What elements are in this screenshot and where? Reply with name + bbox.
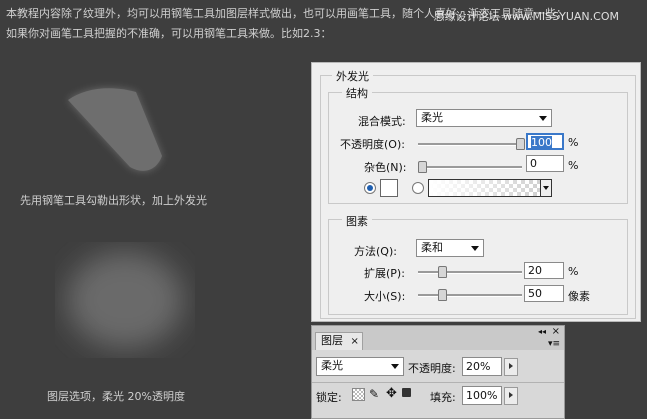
- layer-opacity-value: 20%: [466, 360, 491, 373]
- layer-blend-mode-select[interactable]: 柔光: [316, 357, 404, 376]
- chevron-right-icon: [509, 363, 513, 369]
- technique-label: 方法(Q):: [354, 245, 397, 258]
- lock-row-divider: [312, 382, 564, 383]
- lock-all-icon[interactable]: [402, 388, 411, 397]
- close-panel-icon[interactable]: ×: [552, 326, 560, 337]
- shape-caption: 先用钢笔工具勾勒出形状，加上外发光: [20, 194, 207, 207]
- tab-layers-label: 图层: [321, 334, 343, 347]
- layer-opacity-input[interactable]: 20%: [462, 357, 502, 376]
- spread-slider[interactable]: [418, 266, 522, 278]
- radio-dot-icon: [367, 185, 373, 191]
- layer-caption: 图层选项，柔光 20%透明度: [47, 390, 185, 403]
- opacity-value: 100: [531, 136, 552, 149]
- noise-slider[interactable]: [418, 161, 522, 173]
- size-slider[interactable]: [418, 289, 522, 301]
- layer-opacity-label: 不透明度:: [408, 362, 456, 375]
- color-swatch[interactable]: [380, 179, 398, 197]
- outer-glow-dialog: 外发光 结构 混合模式: 柔光 不透明度(O): 100 % 杂色(N): 0 …: [311, 62, 641, 322]
- watermark: 思缘设计论坛 www.MISSYUAN.COM: [433, 10, 619, 23]
- tab-layers[interactable]: 图层 ×: [315, 332, 363, 350]
- color-radio[interactable]: [364, 182, 376, 194]
- spread-label: 扩展(P):: [364, 267, 405, 280]
- noise-value: 0: [530, 157, 537, 170]
- opacity-label: 不透明度(O):: [340, 138, 405, 151]
- spread-slider-thumb[interactable]: [438, 266, 447, 278]
- lock-label: 锁定:: [316, 391, 342, 404]
- panel-menu-icon[interactable]: ▾≡: [548, 339, 560, 349]
- technique-select[interactable]: 柔和: [416, 239, 484, 257]
- opacity-unit: %: [568, 136, 579, 149]
- spread-unit: %: [568, 265, 579, 278]
- chevron-down-icon: [539, 116, 547, 121]
- layer-opacity-arrow-button[interactable]: [504, 358, 518, 376]
- elements-title: 图素: [342, 213, 372, 229]
- gradient-radio[interactable]: [412, 182, 424, 194]
- noise-input[interactable]: 0: [526, 155, 564, 172]
- collapse-icon[interactable]: ◂◂: [538, 327, 546, 336]
- chevron-down-icon: [391, 364, 399, 369]
- lock-position-icon[interactable]: ✥: [386, 386, 397, 401]
- opacity-slider-thumb[interactable]: [516, 138, 525, 150]
- technique-value: 柔和: [421, 241, 443, 254]
- opacity-input[interactable]: 100: [526, 133, 564, 150]
- outer-glow-title: 外发光: [332, 68, 373, 84]
- size-unit: 像素: [568, 290, 590, 303]
- noise-unit: %: [568, 159, 579, 172]
- noise-label: 杂色(N):: [364, 161, 407, 174]
- fill-label: 填充:: [430, 391, 456, 404]
- structure-title: 结构: [342, 85, 372, 101]
- fill-input[interactable]: 100%: [462, 386, 502, 405]
- shape-preview-2: [67, 252, 183, 348]
- noise-slider-thumb[interactable]: [418, 161, 427, 173]
- chevron-right-icon: [509, 392, 513, 398]
- size-slider-thumb[interactable]: [438, 289, 447, 301]
- gradient-dropdown-button[interactable]: [540, 180, 551, 196]
- close-icon[interactable]: ×: [351, 336, 359, 347]
- spread-value: 20: [528, 264, 542, 277]
- blend-mode-select[interactable]: 柔光: [416, 109, 552, 127]
- blend-mode-value: 柔光: [421, 111, 443, 124]
- fill-arrow-button[interactable]: [504, 387, 518, 405]
- chevron-down-icon: [471, 246, 479, 251]
- size-label: 大小(S):: [364, 290, 406, 303]
- lock-transparency-icon[interactable]: [352, 388, 365, 401]
- fill-value: 100%: [466, 389, 498, 402]
- layer-blend-mode-value: 柔光: [321, 359, 343, 372]
- blend-mode-label: 混合模式:: [358, 115, 406, 128]
- size-input[interactable]: 50: [524, 285, 564, 302]
- size-value: 50: [528, 287, 542, 300]
- chevron-down-icon: [543, 186, 549, 190]
- lock-paint-icon[interactable]: ✎: [369, 387, 379, 401]
- gradient-picker[interactable]: [428, 179, 552, 197]
- tutorial-line-2: 如果你对画笔工具把握的不准确，可以用钢笔工具来做。比如2.3：: [6, 27, 332, 40]
- opacity-slider[interactable]: [418, 138, 525, 150]
- spread-input[interactable]: 20: [524, 262, 564, 279]
- shape-preview-1: [68, 88, 162, 171]
- layers-panel: 图层 × ◂◂ × ▾≡ 柔光 不透明度: 20% 锁定: ✎ ✥ 填充: 10…: [311, 325, 565, 419]
